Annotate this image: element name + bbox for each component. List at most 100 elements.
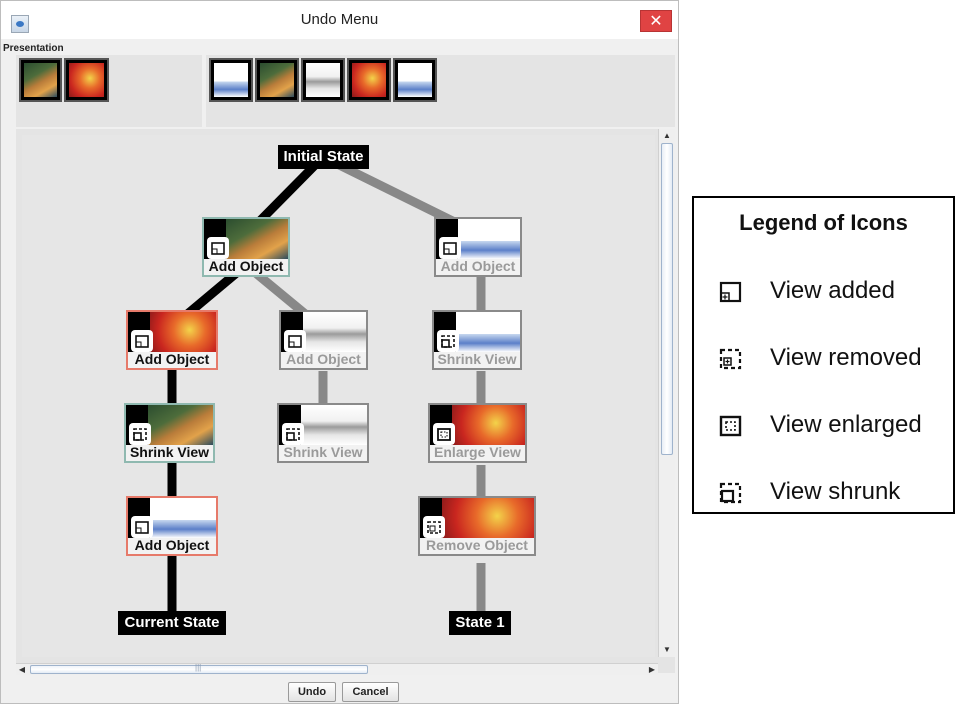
- node-icon-badge: [439, 237, 461, 259]
- presentation-strip-right: [206, 55, 675, 127]
- legend-label: View shrunk: [770, 478, 901, 505]
- node-icon-badge: [131, 330, 153, 352]
- thumbnail-image: [69, 63, 104, 97]
- horizontal-scrollbar[interactable]: ◀ ||| ▶: [16, 663, 658, 675]
- history-node[interactable]: Enlarge View: [428, 403, 527, 463]
- node-action-label: Shrink View: [437, 351, 517, 367]
- legend-label: View enlarged: [770, 411, 922, 438]
- node-action-label: Add Object: [134, 537, 210, 553]
- undo-tree-panel: Initial State Current State State 1 Add …: [16, 129, 675, 673]
- history-node[interactable]: Remove Object: [418, 496, 536, 556]
- node-action-label: Shrink View: [129, 444, 210, 460]
- legend-item-view-added: View added: [694, 272, 953, 312]
- scroll-grip: |||: [195, 663, 202, 672]
- history-node[interactable]: Add Object: [126, 310, 218, 370]
- node-screenshot: [150, 498, 216, 538]
- history-node[interactable]: Shrink View: [124, 403, 215, 463]
- node-icon-badge: [433, 423, 455, 445]
- scroll-down-arrow-icon[interactable]: ▼: [659, 643, 675, 657]
- presentation-thumbnail[interactable]: [393, 58, 437, 102]
- history-node[interactable]: Shrink View: [277, 403, 369, 463]
- node-screenshot: [452, 405, 525, 445]
- presentation-thumbnail[interactable]: [64, 58, 109, 102]
- close-button[interactable]: ✕: [640, 10, 672, 32]
- node-action-label: Add Object: [134, 351, 210, 367]
- thumbnail-image: [214, 63, 248, 97]
- view-shrunk-icon: [441, 335, 455, 348]
- title-bar: Undo Menu ✕: [1, 1, 678, 39]
- vertical-scroll-thumb[interactable]: [661, 143, 673, 455]
- view-added-icon: [288, 335, 302, 348]
- view-enlarged-icon: [719, 415, 742, 437]
- presentation-thumbnail[interactable]: [209, 58, 253, 102]
- node-action-label: Add Object: [286, 351, 361, 367]
- horizontal-scroll-thumb[interactable]: |||: [30, 663, 368, 674]
- current-state-label[interactable]: Current State: [118, 611, 226, 635]
- legend-label: View added: [770, 277, 895, 304]
- view-enlarged-icon: [437, 428, 451, 441]
- view-removed-icon: [719, 348, 742, 370]
- state-1-label[interactable]: State 1: [449, 611, 511, 635]
- legend-item-view-shrunk: View shrunk: [694, 473, 953, 513]
- node-icon-badge: [423, 516, 445, 538]
- node-icon-badge: [282, 423, 304, 445]
- view-added-icon: [443, 242, 457, 255]
- presentation-thumbnail[interactable]: [255, 58, 299, 102]
- legend-title: Legend of Icons: [739, 210, 908, 235]
- view-added-icon: [135, 521, 149, 534]
- icon-legend: Legend of Icons View added View removed …: [692, 196, 955, 514]
- node-icon-badge: [437, 330, 459, 352]
- vertical-scrollbar[interactable]: ▲ ▼: [658, 129, 675, 657]
- node-screenshot: [226, 219, 288, 259]
- thumbnail-image: [352, 63, 386, 97]
- view-removed-icon: [427, 521, 441, 534]
- initial-state-label[interactable]: Initial State: [278, 145, 369, 169]
- undo-tree-canvas: Initial State Current State State 1 Add …: [22, 135, 655, 657]
- cancel-button[interactable]: Cancel: [342, 682, 399, 702]
- scroll-right-arrow-icon[interactable]: ▶: [646, 664, 658, 676]
- node-screenshot: [458, 219, 520, 259]
- history-node[interactable]: Add Object: [202, 217, 290, 277]
- presentation-thumbnail[interactable]: [301, 58, 345, 102]
- scroll-left-arrow-icon[interactable]: ◀: [16, 664, 28, 676]
- node-screenshot: [442, 498, 534, 538]
- view-added-icon: [135, 335, 149, 348]
- node-action-label: Add Object: [208, 258, 284, 274]
- node-screenshot: [303, 312, 366, 352]
- view-added-icon: [211, 242, 225, 255]
- node-screenshot: [301, 405, 367, 445]
- node-screenshot: [150, 312, 216, 352]
- history-node[interactable]: Add Object: [279, 310, 368, 370]
- thumbnail-image: [306, 63, 340, 97]
- history-node[interactable]: Shrink View: [432, 310, 522, 370]
- legend-item-view-removed: View removed: [694, 339, 953, 379]
- history-node[interactable]: Add Object: [434, 217, 522, 277]
- node-action-label: Shrink View: [283, 444, 363, 460]
- node-action-label: Enlarge View: [434, 444, 521, 460]
- scroll-up-arrow-icon[interactable]: ▲: [659, 129, 675, 143]
- presentation-thumbnail[interactable]: [19, 58, 62, 102]
- presentation-thumbnail[interactable]: [347, 58, 391, 102]
- thumbnail-image: [260, 63, 294, 97]
- view-added-icon: [719, 281, 742, 303]
- node-screenshot: [148, 405, 213, 445]
- thumbnail-image: [24, 63, 57, 97]
- node-action-label: Remove Object: [426, 537, 528, 553]
- view-shrunk-icon: [286, 428, 300, 441]
- presentation-label: Presentation: [3, 43, 64, 54]
- view-shrunk-icon: [719, 482, 742, 504]
- history-node[interactable]: Add Object: [126, 496, 218, 556]
- legend-item-view-enlarged: View enlarged: [694, 406, 953, 446]
- undo-menu-window: Undo Menu ✕ Presentation Initial State C…: [0, 0, 679, 704]
- legend-label: View removed: [770, 344, 922, 371]
- thumbnail-image: [398, 63, 432, 97]
- node-icon-badge: [131, 516, 153, 538]
- node-screenshot: [456, 312, 520, 352]
- node-icon-badge: [284, 330, 306, 352]
- presentation-strip-left: [16, 55, 202, 127]
- tree-edges: [167, 152, 486, 615]
- node-action-label: Add Object: [440, 258, 516, 274]
- node-icon-badge: [129, 423, 151, 445]
- undo-button[interactable]: Undo: [288, 682, 336, 702]
- node-icon-badge: [207, 237, 229, 259]
